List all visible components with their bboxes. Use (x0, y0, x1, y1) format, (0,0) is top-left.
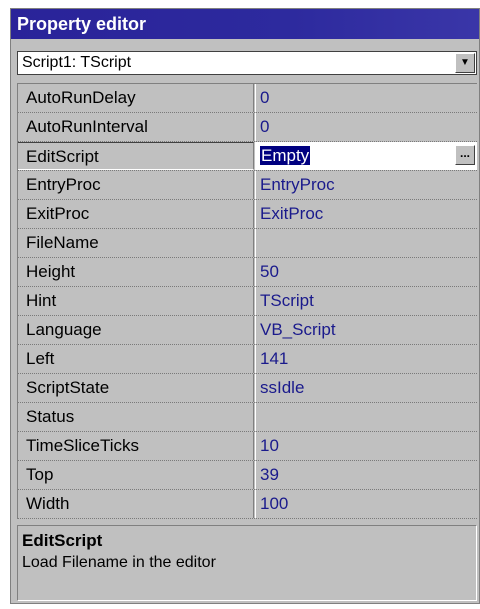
property-name: AutoRunDelay (18, 84, 254, 112)
object-selector-value: Script1: TScript (22, 54, 132, 71)
window-title: Property editor (11, 9, 479, 39)
property-row-autorundelay[interactable]: AutoRunDelay 0 (18, 84, 477, 113)
description-panel: EditScript Load Filename in the editor (17, 525, 477, 601)
property-value[interactable]: 50 (255, 258, 477, 286)
property-name: Width (18, 490, 254, 518)
property-name: TimeSliceTicks (18, 432, 254, 460)
property-value[interactable]: 39 (255, 461, 477, 489)
property-name: ScriptState (18, 374, 254, 402)
property-row-hint[interactable]: Hint TScript (18, 287, 477, 316)
property-value[interactable]: TScript (255, 287, 477, 315)
description-text: Load Filename in the editor (22, 554, 216, 571)
property-name: EditScript (18, 142, 254, 170)
property-name: Height (18, 258, 254, 286)
property-row-entryproc[interactable]: EntryProc EntryProc (18, 171, 477, 200)
property-value[interactable]: ssIdle (255, 374, 477, 402)
object-selector-combo[interactable]: Script1: TScript ▼ (17, 51, 477, 75)
property-value-editor[interactable]: Empty ... (255, 142, 477, 170)
ellipsis-button[interactable]: ... (455, 145, 475, 165)
property-value[interactable]: 0 (255, 84, 477, 112)
property-name: AutoRunInterval (18, 113, 254, 141)
property-value[interactable]: 10 (255, 432, 477, 460)
property-name: Language (18, 316, 254, 344)
property-name: EntryProc (18, 171, 254, 199)
property-value[interactable] (255, 403, 477, 431)
property-row-timesliceticks[interactable]: TimeSliceTicks 10 (18, 432, 477, 461)
property-value[interactable]: EntryProc (255, 171, 477, 199)
property-row-left[interactable]: Left 141 (18, 345, 477, 374)
selected-value-text[interactable]: Empty (260, 146, 311, 165)
property-value[interactable]: 141 (255, 345, 477, 373)
property-value[interactable]: 0 (255, 113, 477, 141)
property-row-status[interactable]: Status (18, 403, 477, 432)
chevron-down-icon[interactable]: ▼ (455, 53, 475, 73)
property-value[interactable]: VB_Script (255, 316, 477, 344)
property-name: Hint (18, 287, 254, 315)
property-name: Left (18, 345, 254, 373)
property-row-language[interactable]: Language VB_Script (18, 316, 477, 345)
property-row-filename[interactable]: FileName (18, 229, 477, 258)
property-row-height[interactable]: Height 50 (18, 258, 477, 287)
description-title: EditScript (22, 531, 103, 550)
property-row-width[interactable]: Width 100 (18, 490, 477, 519)
property-row-scriptstate[interactable]: ScriptState ssIdle (18, 374, 477, 403)
property-name: Status (18, 403, 254, 431)
property-name: Top (18, 461, 254, 489)
property-value[interactable]: ExitProc (255, 200, 477, 228)
property-row-autoruninterval[interactable]: AutoRunInterval 0 (18, 113, 477, 142)
property-value[interactable] (255, 229, 477, 257)
property-row-editscript[interactable]: EditScript Empty ... (18, 142, 477, 171)
property-name: FileName (18, 229, 254, 257)
property-row-top[interactable]: Top 39 (18, 461, 477, 490)
property-editor-window: Property editor Script1: TScript ▼ AutoR… (10, 8, 480, 604)
property-grid: AutoRunDelay 0 AutoRunInterval 0 EditScr… (17, 83, 477, 519)
property-row-exitproc[interactable]: ExitProc ExitProc (18, 200, 477, 229)
property-value[interactable]: 100 (255, 490, 477, 518)
property-name: ExitProc (18, 200, 254, 228)
